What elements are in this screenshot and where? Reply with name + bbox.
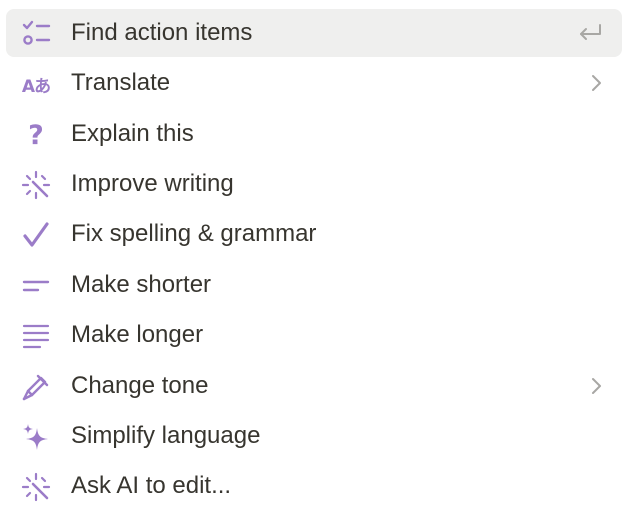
- pen-icon: [20, 371, 52, 403]
- ai-actions-menu: Find action items Aあ Translate ? Explain…: [0, 0, 626, 514]
- menu-item-label: Explain this: [71, 120, 194, 147]
- sparkle-burst-icon: [20, 471, 52, 503]
- question-icon: ?: [28, 119, 44, 151]
- long-lines-icon: [20, 320, 52, 352]
- menu-item-improve-writing[interactable]: Improve writing: [6, 160, 622, 208]
- menu-item-simplify-language[interactable]: Simplify language: [6, 412, 622, 460]
- menu-item-make-shorter[interactable]: Make shorter: [6, 261, 622, 309]
- menu-item-label: Make longer: [71, 321, 204, 348]
- menu-item-make-longer[interactable]: Make longer: [6, 311, 622, 359]
- chevron-right-icon: [574, 374, 602, 398]
- short-lines-icon: [20, 270, 52, 302]
- menu-item-label: Simplify language: [71, 422, 261, 449]
- menu-item-label: Make shorter: [71, 271, 212, 298]
- menu-item-label: Improve writing: [71, 170, 234, 197]
- menu-item-fix-spelling-grammar[interactable]: Fix spelling & grammar: [6, 210, 622, 258]
- enter-icon: [574, 21, 602, 45]
- menu-item-explain-this[interactable]: ? Explain this: [6, 110, 622, 158]
- translate-icon: Aあ: [21, 76, 51, 97]
- checklist-icon: [20, 18, 52, 50]
- sparkles-icon: [20, 421, 52, 453]
- menu-item-translate[interactable]: Aあ Translate: [6, 59, 622, 107]
- chevron-right-icon: [574, 71, 602, 95]
- checkmark-icon: [20, 219, 52, 251]
- menu-item-label: Ask AI to edit...: [71, 472, 232, 499]
- menu-item-ask-ai-to-edit[interactable]: Ask AI to edit...: [6, 462, 622, 510]
- menu-item-label: Translate: [71, 69, 171, 96]
- menu-item-label: Find action items: [71, 19, 253, 46]
- menu-item-change-tone[interactable]: Change tone: [6, 362, 622, 410]
- menu-item-label: Fix spelling & grammar: [71, 220, 317, 247]
- menu-item-find-action-items[interactable]: Find action items: [6, 9, 622, 57]
- menu-item-label: Change tone: [71, 372, 209, 399]
- sparkle-burst-icon: [20, 169, 52, 201]
